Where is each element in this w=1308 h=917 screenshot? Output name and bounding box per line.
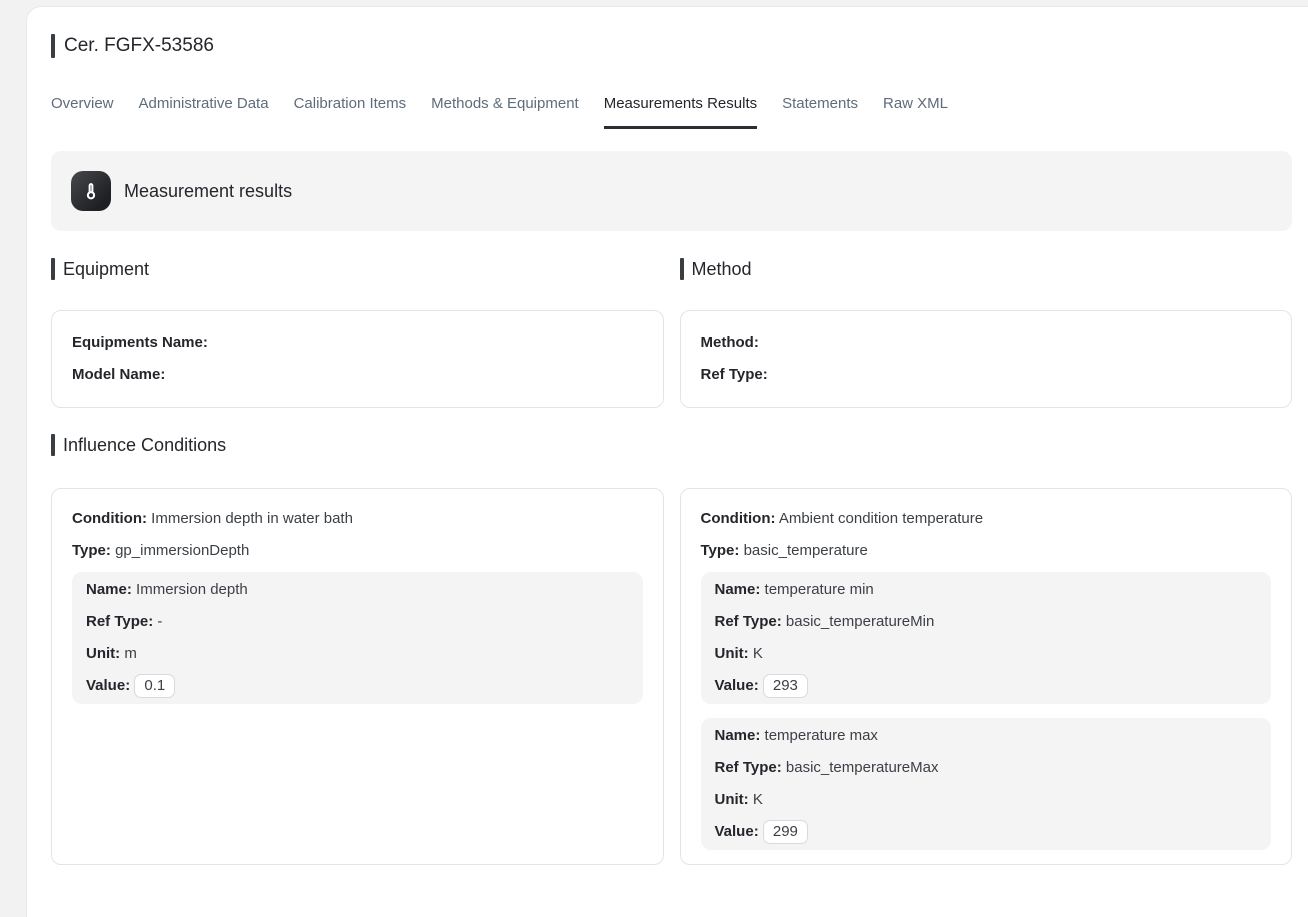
item-value-label: Value: bbox=[715, 823, 759, 840]
item-value-row: Value: 299 bbox=[715, 816, 1258, 848]
item-ref-type-value: basic_temperatureMin bbox=[786, 613, 934, 630]
type-row: Type: basic_temperature bbox=[701, 535, 1272, 567]
item-name-value: temperature max bbox=[765, 727, 878, 744]
tab-measurements-results[interactable]: Measurements Results bbox=[604, 95, 757, 129]
banner-title: Measurement results bbox=[124, 181, 292, 202]
item-unit-label: Unit: bbox=[715, 791, 749, 808]
item-ref-type-value: basic_temperatureMax bbox=[786, 759, 939, 776]
item-ref-type-label: Ref Type: bbox=[715, 759, 782, 776]
item-ref-type-label: Ref Type: bbox=[715, 613, 782, 630]
equipment-method-row: Equipment Equipments Name: Model Name: M… bbox=[51, 258, 1292, 408]
type-label: Type: bbox=[72, 542, 111, 559]
method-ref-type-row: Ref Type: bbox=[701, 359, 1272, 391]
condition-row: Condition: Immersion depth in water bath bbox=[72, 503, 643, 535]
equipment-column: Equipment Equipments Name: Model Name: bbox=[51, 258, 664, 408]
influence-conditions-row: Condition: Immersion depth in water bath… bbox=[51, 488, 1292, 865]
condition-value: Ambient condition temperature bbox=[779, 510, 983, 527]
item-ref-type-label: Ref Type: bbox=[86, 613, 153, 630]
condition-item-temperature-min: Name: temperature min Ref Type: basic_te… bbox=[701, 572, 1272, 704]
influence-conditions-heading-text: Influence Conditions bbox=[63, 434, 226, 456]
condition-label: Condition: bbox=[72, 510, 147, 527]
item-unit-row: Unit: m bbox=[86, 638, 629, 670]
item-unit-row: Unit: K bbox=[715, 784, 1258, 816]
page-title-row: Cer. FGFX-53586 bbox=[51, 34, 1292, 58]
condition-value: Immersion depth in water bath bbox=[151, 510, 353, 527]
method-label: Method: bbox=[701, 334, 759, 351]
item-ref-type-row: Ref Type: basic_temperatureMax bbox=[715, 752, 1258, 784]
type-value: gp_immersionDepth bbox=[115, 542, 249, 559]
condition-column-1: Condition: Immersion depth in water bath… bbox=[51, 488, 664, 865]
tab-overview[interactable]: Overview bbox=[51, 95, 114, 129]
tab-methods-equipment[interactable]: Methods & Equipment bbox=[431, 95, 579, 129]
condition-label: Condition: bbox=[701, 510, 776, 527]
title-accent-bar bbox=[51, 34, 55, 58]
item-name-row: Name: temperature max bbox=[715, 720, 1258, 752]
influence-conditions-heading: Influence Conditions bbox=[51, 434, 1292, 456]
certificate-panel: Cer. FGFX-53586 Overview Administrative … bbox=[27, 7, 1308, 917]
equipment-heading-text: Equipment bbox=[63, 258, 149, 280]
item-value-row: Value: 293 bbox=[715, 670, 1258, 702]
type-label: Type: bbox=[701, 542, 740, 559]
item-name-label: Name: bbox=[86, 581, 132, 598]
influence-conditions-accent-bar bbox=[51, 434, 55, 456]
item-value-chip: 293 bbox=[763, 674, 808, 698]
item-ref-type-row: Ref Type: basic_temperatureMin bbox=[715, 606, 1258, 638]
page-title: Cer. FGFX-53586 bbox=[64, 34, 214, 58]
condition-row: Condition: Ambient condition temperature bbox=[701, 503, 1272, 535]
tab-bar: Overview Administrative Data Calibration… bbox=[51, 95, 1292, 129]
equipment-name-row: Equipments Name: bbox=[72, 327, 643, 359]
item-unit-row: Unit: K bbox=[715, 638, 1258, 670]
type-value: basic_temperature bbox=[744, 542, 868, 559]
item-name-value: temperature min bbox=[765, 581, 874, 598]
item-unit-label: Unit: bbox=[86, 645, 120, 662]
item-name-row: Name: temperature min bbox=[715, 574, 1258, 606]
tab-statements[interactable]: Statements bbox=[782, 95, 858, 129]
method-accent-bar bbox=[680, 258, 684, 280]
condition-card-immersion-depth: Condition: Immersion depth in water bath… bbox=[51, 488, 664, 865]
measurement-results-banner: Measurement results bbox=[51, 151, 1292, 231]
method-column: Method Method: Ref Type: bbox=[680, 258, 1293, 408]
model-name-row: Model Name: bbox=[72, 359, 643, 391]
tab-administrative-data[interactable]: Administrative Data bbox=[139, 95, 269, 129]
condition-column-2: Condition: Ambient condition temperature… bbox=[680, 488, 1293, 865]
model-name-label: Model Name: bbox=[72, 366, 165, 383]
condition-card-ambient-temperature: Condition: Ambient condition temperature… bbox=[680, 488, 1293, 865]
method-ref-type-label: Ref Type: bbox=[701, 366, 768, 383]
item-name-value: Immersion depth bbox=[136, 581, 248, 598]
item-name-label: Name: bbox=[715, 581, 761, 598]
method-card: Method: Ref Type: bbox=[680, 310, 1293, 408]
item-ref-type-row: Ref Type: - bbox=[86, 606, 629, 638]
tab-raw-xml[interactable]: Raw XML bbox=[883, 95, 948, 129]
item-unit-value: K bbox=[753, 645, 763, 662]
item-unit-value: m bbox=[124, 645, 137, 662]
item-ref-type-value: - bbox=[157, 613, 162, 630]
item-value-chip: 0.1 bbox=[134, 674, 175, 698]
item-value-label: Value: bbox=[715, 677, 759, 694]
condition-item-temperature-max: Name: temperature max Ref Type: basic_te… bbox=[701, 718, 1272, 850]
equipment-card: Equipments Name: Model Name: bbox=[51, 310, 664, 408]
item-value-chip: 299 bbox=[763, 820, 808, 844]
equipment-heading: Equipment bbox=[51, 258, 664, 280]
method-heading: Method bbox=[680, 258, 1293, 280]
equipment-accent-bar bbox=[51, 258, 55, 280]
equipment-name-label: Equipments Name: bbox=[72, 334, 208, 351]
method-heading-text: Method bbox=[692, 258, 752, 280]
item-name-row: Name: Immersion depth bbox=[86, 574, 629, 606]
item-unit-value: K bbox=[753, 791, 763, 808]
type-row: Type: gp_immersionDepth bbox=[72, 535, 643, 567]
item-value-label: Value: bbox=[86, 677, 130, 694]
item-unit-label: Unit: bbox=[715, 645, 749, 662]
item-value-row: Value: 0.1 bbox=[86, 670, 629, 702]
tab-calibration-items[interactable]: Calibration Items bbox=[294, 95, 407, 129]
condition-item-immersion-depth: Name: Immersion depth Ref Type: - Unit: … bbox=[72, 572, 643, 704]
method-row: Method: bbox=[701, 327, 1272, 359]
thermometer-icon bbox=[71, 171, 111, 211]
item-name-label: Name: bbox=[715, 727, 761, 744]
